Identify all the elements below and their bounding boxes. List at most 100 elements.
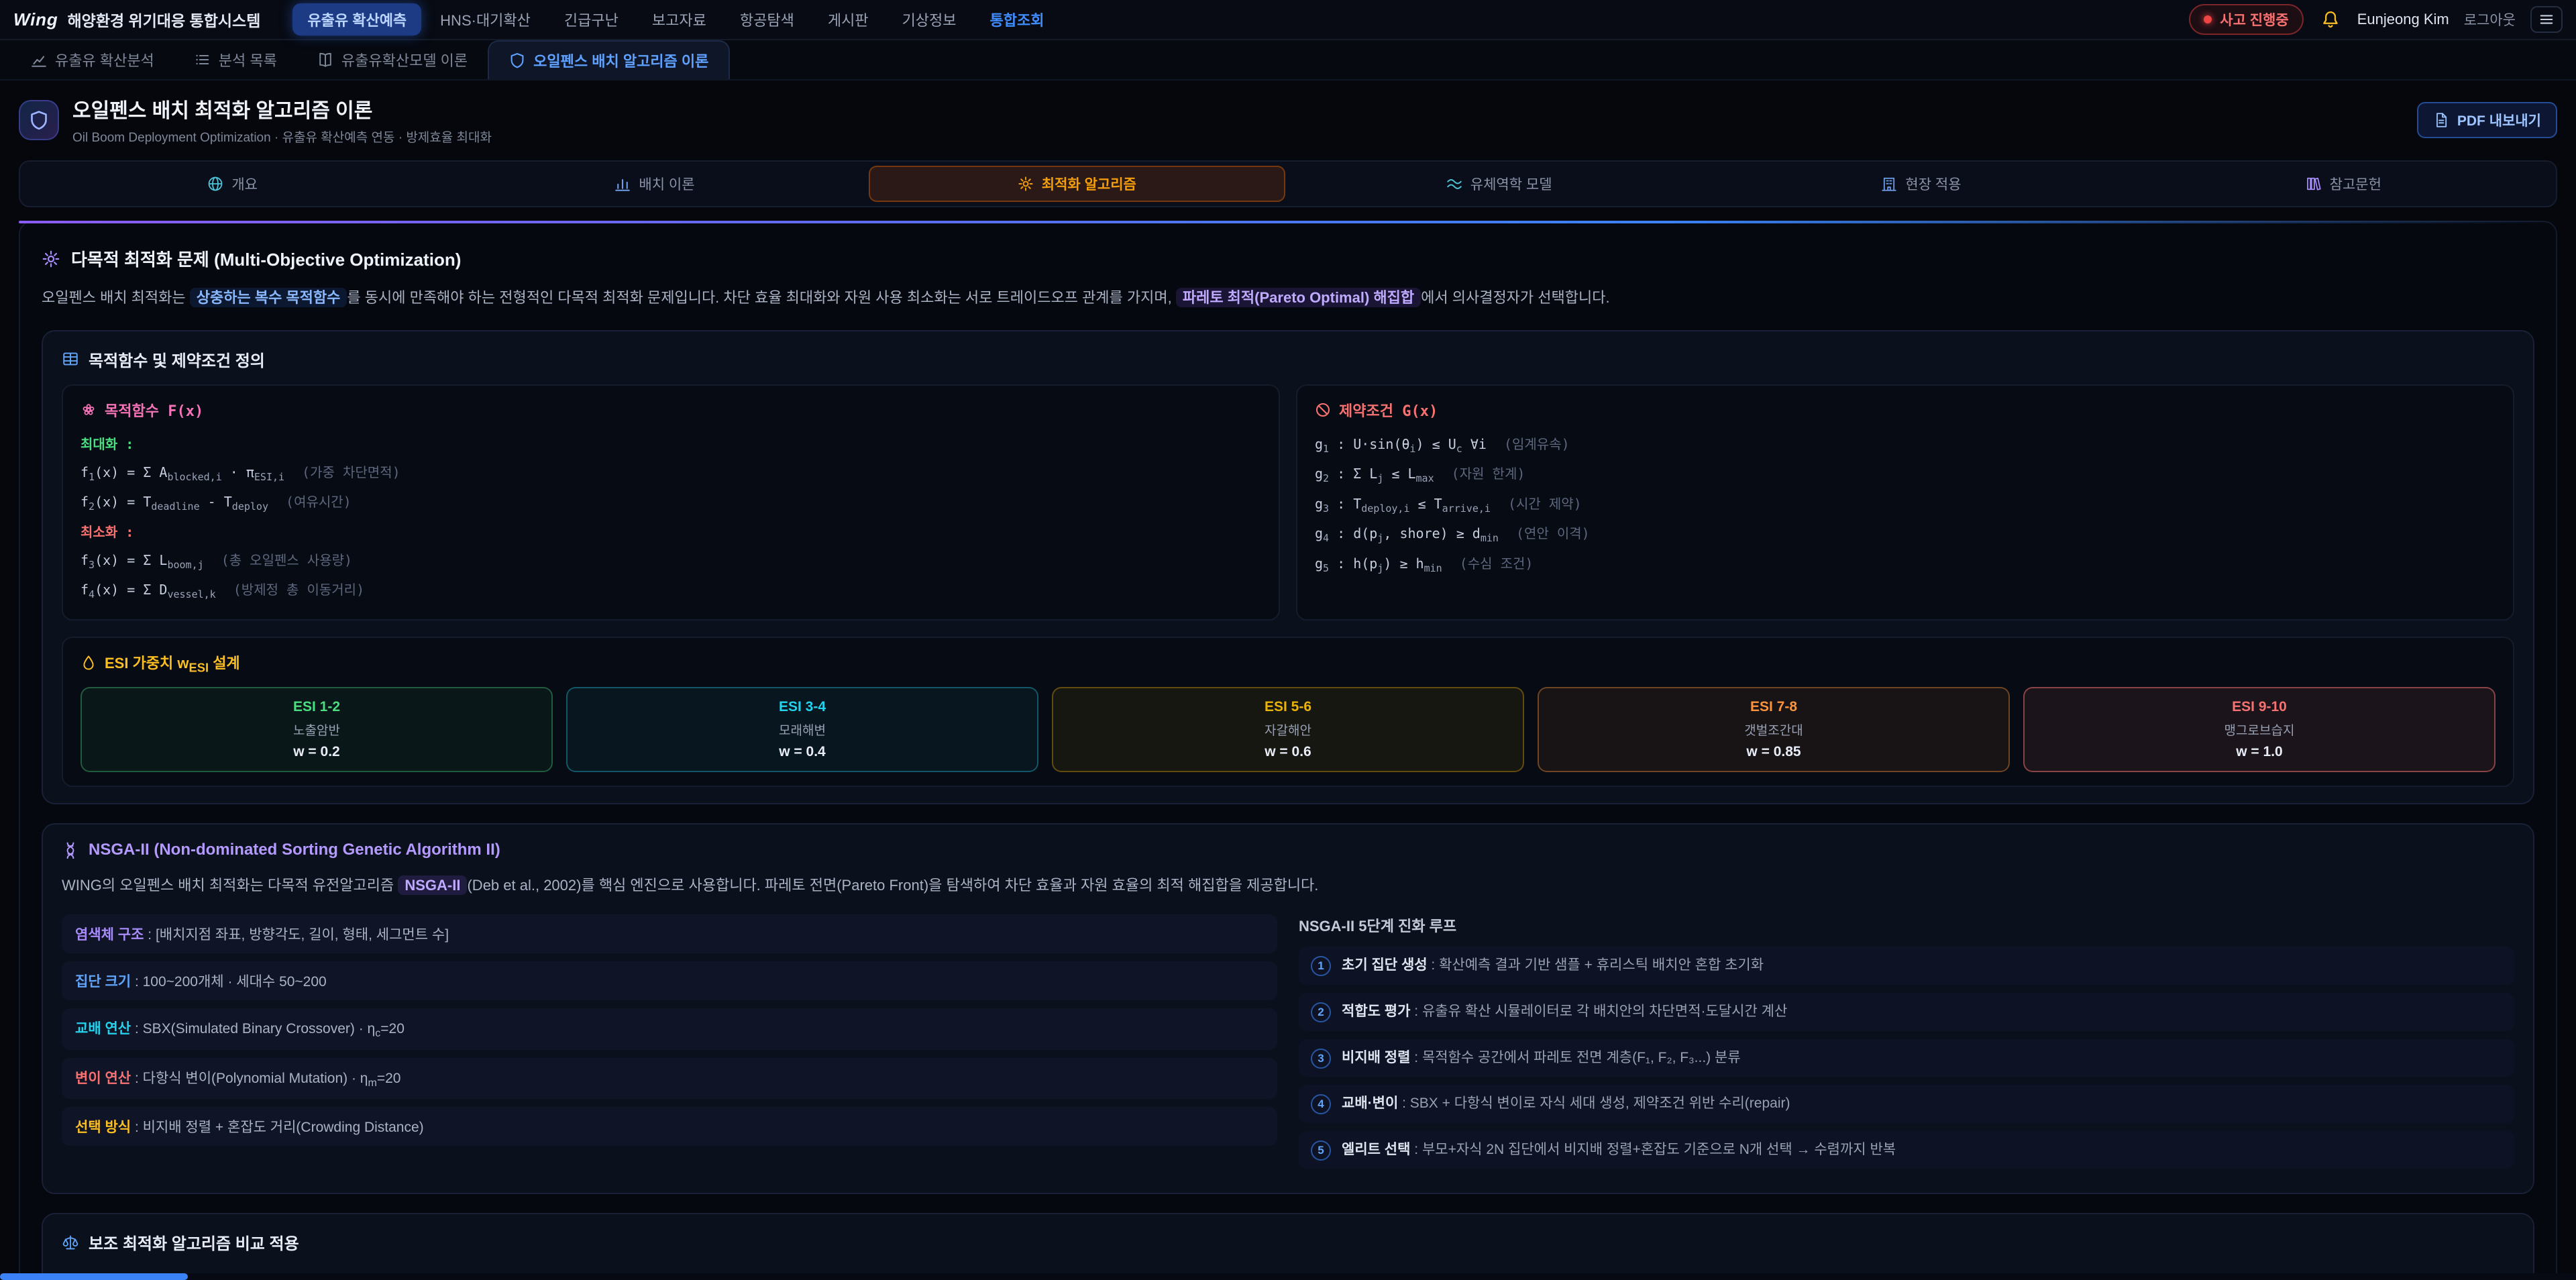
- step-number-badge: 2: [1311, 1002, 1331, 1022]
- grid-icon: [62, 350, 79, 368]
- definition-panels: 목적함수 F(x) 최대화 : f1(x) = Σ Ablocked,i · π…: [62, 384, 2514, 621]
- section-tab-references[interactable]: 참고문헌: [2135, 166, 2552, 202]
- constraint-formula: g1 : U·sin(θi) ≤ Uc ∀i (임계유속): [1315, 430, 2496, 460]
- section-tab-hydrodynamic-model[interactable]: 유체역학 모델: [1291, 166, 1707, 202]
- nsga-grid: 염색체 구조 : [배치지점 좌표, 방향각도, 길이, 형태, 세그먼트 수]…: [62, 914, 2514, 1177]
- books-icon: [2306, 176, 2322, 192]
- droplet-icon: [80, 655, 97, 671]
- book-icon: [317, 52, 333, 68]
- nav-item-emergency-rescue[interactable]: 긴급구난: [549, 3, 633, 36]
- maximize-label: 최대화 :: [80, 430, 1261, 458]
- incident-badge-label: 사고 진행중: [2220, 9, 2288, 30]
- nav-item-integrated-search[interactable]: 통합조회: [975, 3, 1059, 36]
- tab-boom-algorithm-theory[interactable]: 오일펜스 배치 알고리즘 이론: [488, 40, 730, 79]
- tab-spill-model-theory[interactable]: 유출유확산모델 이론: [297, 40, 488, 79]
- gradient-divider: [19, 221, 2557, 223]
- app-title: 해양환경 위기대응 통합시스템: [68, 8, 261, 31]
- pdf-export-button[interactable]: PDF 내보내기: [2417, 102, 2557, 138]
- page-subtitle: Oil Boom Deployment Optimization · 유출유 확…: [72, 127, 492, 146]
- dna-icon: [62, 841, 79, 859]
- nsga-loop-title: NSGA-II 5단계 진화 루프: [1299, 914, 2514, 936]
- list-icon: [195, 52, 211, 68]
- module-tab-bar: 유출유 확산분석 분석 목록 유출유확산모델 이론 오일펜스 배치 알고리즘 이…: [0, 40, 2576, 81]
- step-number-badge: 4: [1311, 1094, 1331, 1114]
- main-nav: 유출유 확산예측 HNS·대기확산 긴급구난 보고자료 항공탐색 게시판 기상정…: [292, 3, 1059, 36]
- esi-panel-title: ESI 가중치 wESI 설계: [80, 651, 2496, 675]
- pdf-export-label: PDF 내보내기: [2457, 110, 2541, 130]
- section-heading-text: 다목적 최적화 문제 (Multi-Objective Optimization…: [71, 246, 461, 271]
- hamburger-menu-button[interactable]: [2530, 6, 2563, 33]
- section-tab-label: 배치 이론: [639, 174, 694, 194]
- objective-formula: f3(x) = Σ Lboom,j (총 오일펜스 사용량): [80, 546, 1261, 576]
- constraint-formula: g5 : h(pj) ≥ hmin (수심 조건): [1315, 549, 2496, 580]
- section-heading: 다목적 최적화 문제 (Multi-Objective Optimization…: [42, 246, 2534, 271]
- tab-analysis-list[interactable]: 분석 목록: [174, 40, 297, 79]
- section-tab-label: 현장 적용: [1905, 174, 1961, 194]
- section-tab-label: 참고문헌: [2330, 174, 2381, 194]
- incident-status-badge[interactable]: 사고 진행중: [2189, 4, 2303, 35]
- nsga-loop-step: 3 비지배 정렬 : 목적함수 공간에서 파레토 전면 계층(F₁, F₂, F…: [1299, 1039, 2514, 1077]
- section-tab-deployment-theory[interactable]: 배치 이론: [446, 166, 863, 202]
- section-tab-overview[interactable]: 개요: [24, 166, 441, 202]
- top-nav: Wing 해양환경 위기대응 통합시스템 유출유 확산예측 HNS·대기확산 긴…: [0, 0, 2576, 40]
- page-header: 오일펜스 배치 최적화 알고리즘 이론 Oil Boom Deployment …: [0, 81, 2576, 158]
- comparison-card-title: 보조 최적화 알고리즘 비교 적용: [62, 1230, 2514, 1254]
- page-shield-icon: [19, 100, 59, 140]
- flower-icon: [80, 402, 97, 418]
- nsga-param-row: 변이 연산 : 다항식 변이(Polynomial Mutation) · ηm…: [62, 1058, 1277, 1099]
- esi-box-1-2: ESI 1-2 노출암반 w = 0.2: [80, 687, 553, 772]
- scale-icon: [62, 1234, 79, 1251]
- section-tab-optimization-algorithm[interactable]: 최적화 알고리즘: [869, 166, 1285, 202]
- esi-box-9-10: ESI 9-10 맹그로브습지 w = 1.0: [2023, 687, 2496, 772]
- nsga-loop-step: 4 교배·변이 : SBX + 다항식 변이로 자식 세대 생성, 제약조건 위…: [1299, 1085, 2514, 1123]
- section-tab-label: 개요: [231, 174, 258, 194]
- constraints-panel: 제약조건 G(x) g1 : U·sin(θi) ≤ Uc ∀i (임계유속) …: [1296, 384, 2514, 621]
- page-title-block: 오일펜스 배치 최적화 알고리즘 이론 Oil Boom Deployment …: [72, 94, 492, 146]
- objective-formula: f4(x) = Σ Dvessel,k (방제정 총 이동거리): [80, 576, 1261, 606]
- esi-box-5-6: ESI 5-6 자갈해안 w = 0.6: [1052, 687, 1524, 772]
- nsga-param-row: 염색체 구조 : [배치지점 좌표, 방향각도, 길이, 형태, 세그먼트 수]: [62, 914, 1277, 953]
- nsga-card-title: NSGA-II (Non-dominated Sorting Genetic A…: [62, 841, 2514, 859]
- nsga-intro: WING의 오일펜스 배치 최적화는 다목적 유전알고리즘 NSGA-II(De…: [62, 873, 2514, 899]
- nsga-param-row: 교배 연산 : SBX(Simulated Binary Crossover) …: [62, 1008, 1277, 1049]
- nav-right: 사고 진행중 Eunjeong Kim 로그아웃: [2189, 4, 2563, 35]
- alert-dot-icon: [2204, 15, 2212, 23]
- nav-item-oil-spill-prediction[interactable]: 유출유 확산예측: [292, 3, 421, 36]
- ban-icon: [1315, 402, 1331, 418]
- algorithm-comparison-card: 보조 최적화 알고리즘 비교 적용 알고리즘 유형 장점 단점 WING 활용 …: [42, 1213, 2534, 1280]
- tab-label: 분석 목록: [219, 49, 277, 70]
- notifications-button[interactable]: [2318, 7, 2343, 32]
- step-number-badge: 1: [1311, 956, 1331, 976]
- objective-formula: f2(x) = Tdeadline - Tdeploy (여유시간): [80, 488, 1261, 518]
- content-panel: 다목적 최적화 문제 (Multi-Objective Optimization…: [19, 221, 2557, 1280]
- app-logo: Wing: [13, 9, 58, 30]
- step-number-badge: 5: [1311, 1140, 1331, 1161]
- section-tab-field-application[interactable]: 현장 적용: [1713, 166, 2129, 202]
- nav-item-aerial-search[interactable]: 항공탐색: [725, 3, 809, 36]
- nsga-param-row: 선택 방식 : 비지배 정렬 + 혼잡도 거리(Crowding Distanc…: [62, 1107, 1277, 1146]
- tab-spill-analysis[interactable]: 유출유 확산분석: [11, 40, 174, 79]
- nav-item-board[interactable]: 게시판: [813, 3, 883, 36]
- nsga-loop-step: 5 엘리트 선택 : 부모+자식 2N 집단에서 비지배 정렬+혼잡도 기준으로…: [1299, 1131, 2514, 1169]
- chart-icon: [31, 52, 47, 68]
- globe-icon: [207, 176, 223, 192]
- tab-label: 유출유 확산분석: [55, 49, 154, 70]
- menu-icon: [2538, 11, 2555, 28]
- step-number-badge: 3: [1311, 1049, 1331, 1069]
- bell-icon: [2321, 10, 2340, 29]
- objectives-constraints-card: 목적함수 및 제약조건 정의 목적함수 F(x) 최대화 : f1(x) = Σ…: [42, 330, 2534, 804]
- esi-weight-row: ESI 1-2 노출암반 w = 0.2 ESI 3-4 모래해변 w = 0.…: [80, 687, 2496, 772]
- constraint-formula: g2 : Σ Lj ≤ Lmax (자원 한계): [1315, 460, 2496, 490]
- nsga-param-row: 집단 크기 : 100~200개체 · 세대수 50~200: [62, 961, 1277, 1000]
- logout-link[interactable]: 로그아웃: [2464, 9, 2516, 30]
- section-tab-label: 최적화 알고리즘: [1042, 174, 1136, 194]
- nav-item-hns-dispersion[interactable]: HNS·대기확산: [425, 3, 545, 36]
- esi-box-7-8: ESI 7-8 갯벌조간대 w = 0.85: [1538, 687, 2010, 772]
- shield-icon: [509, 52, 525, 68]
- constraint-formula: g3 : Tdeploy,i ≤ Tarrive,i (시간 제약): [1315, 490, 2496, 520]
- brand: Wing 해양환경 위기대응 통합시스템: [13, 8, 260, 31]
- objective-panel-title: 목적함수 F(x): [80, 399, 1261, 421]
- nav-item-reports[interactable]: 보고자료: [637, 3, 721, 36]
- nsga-parameters: 염색체 구조 : [배치지점 좌표, 방향각도, 길이, 형태, 세그먼트 수]…: [62, 914, 1277, 1177]
- nav-item-weather[interactable]: 기상정보: [888, 3, 971, 36]
